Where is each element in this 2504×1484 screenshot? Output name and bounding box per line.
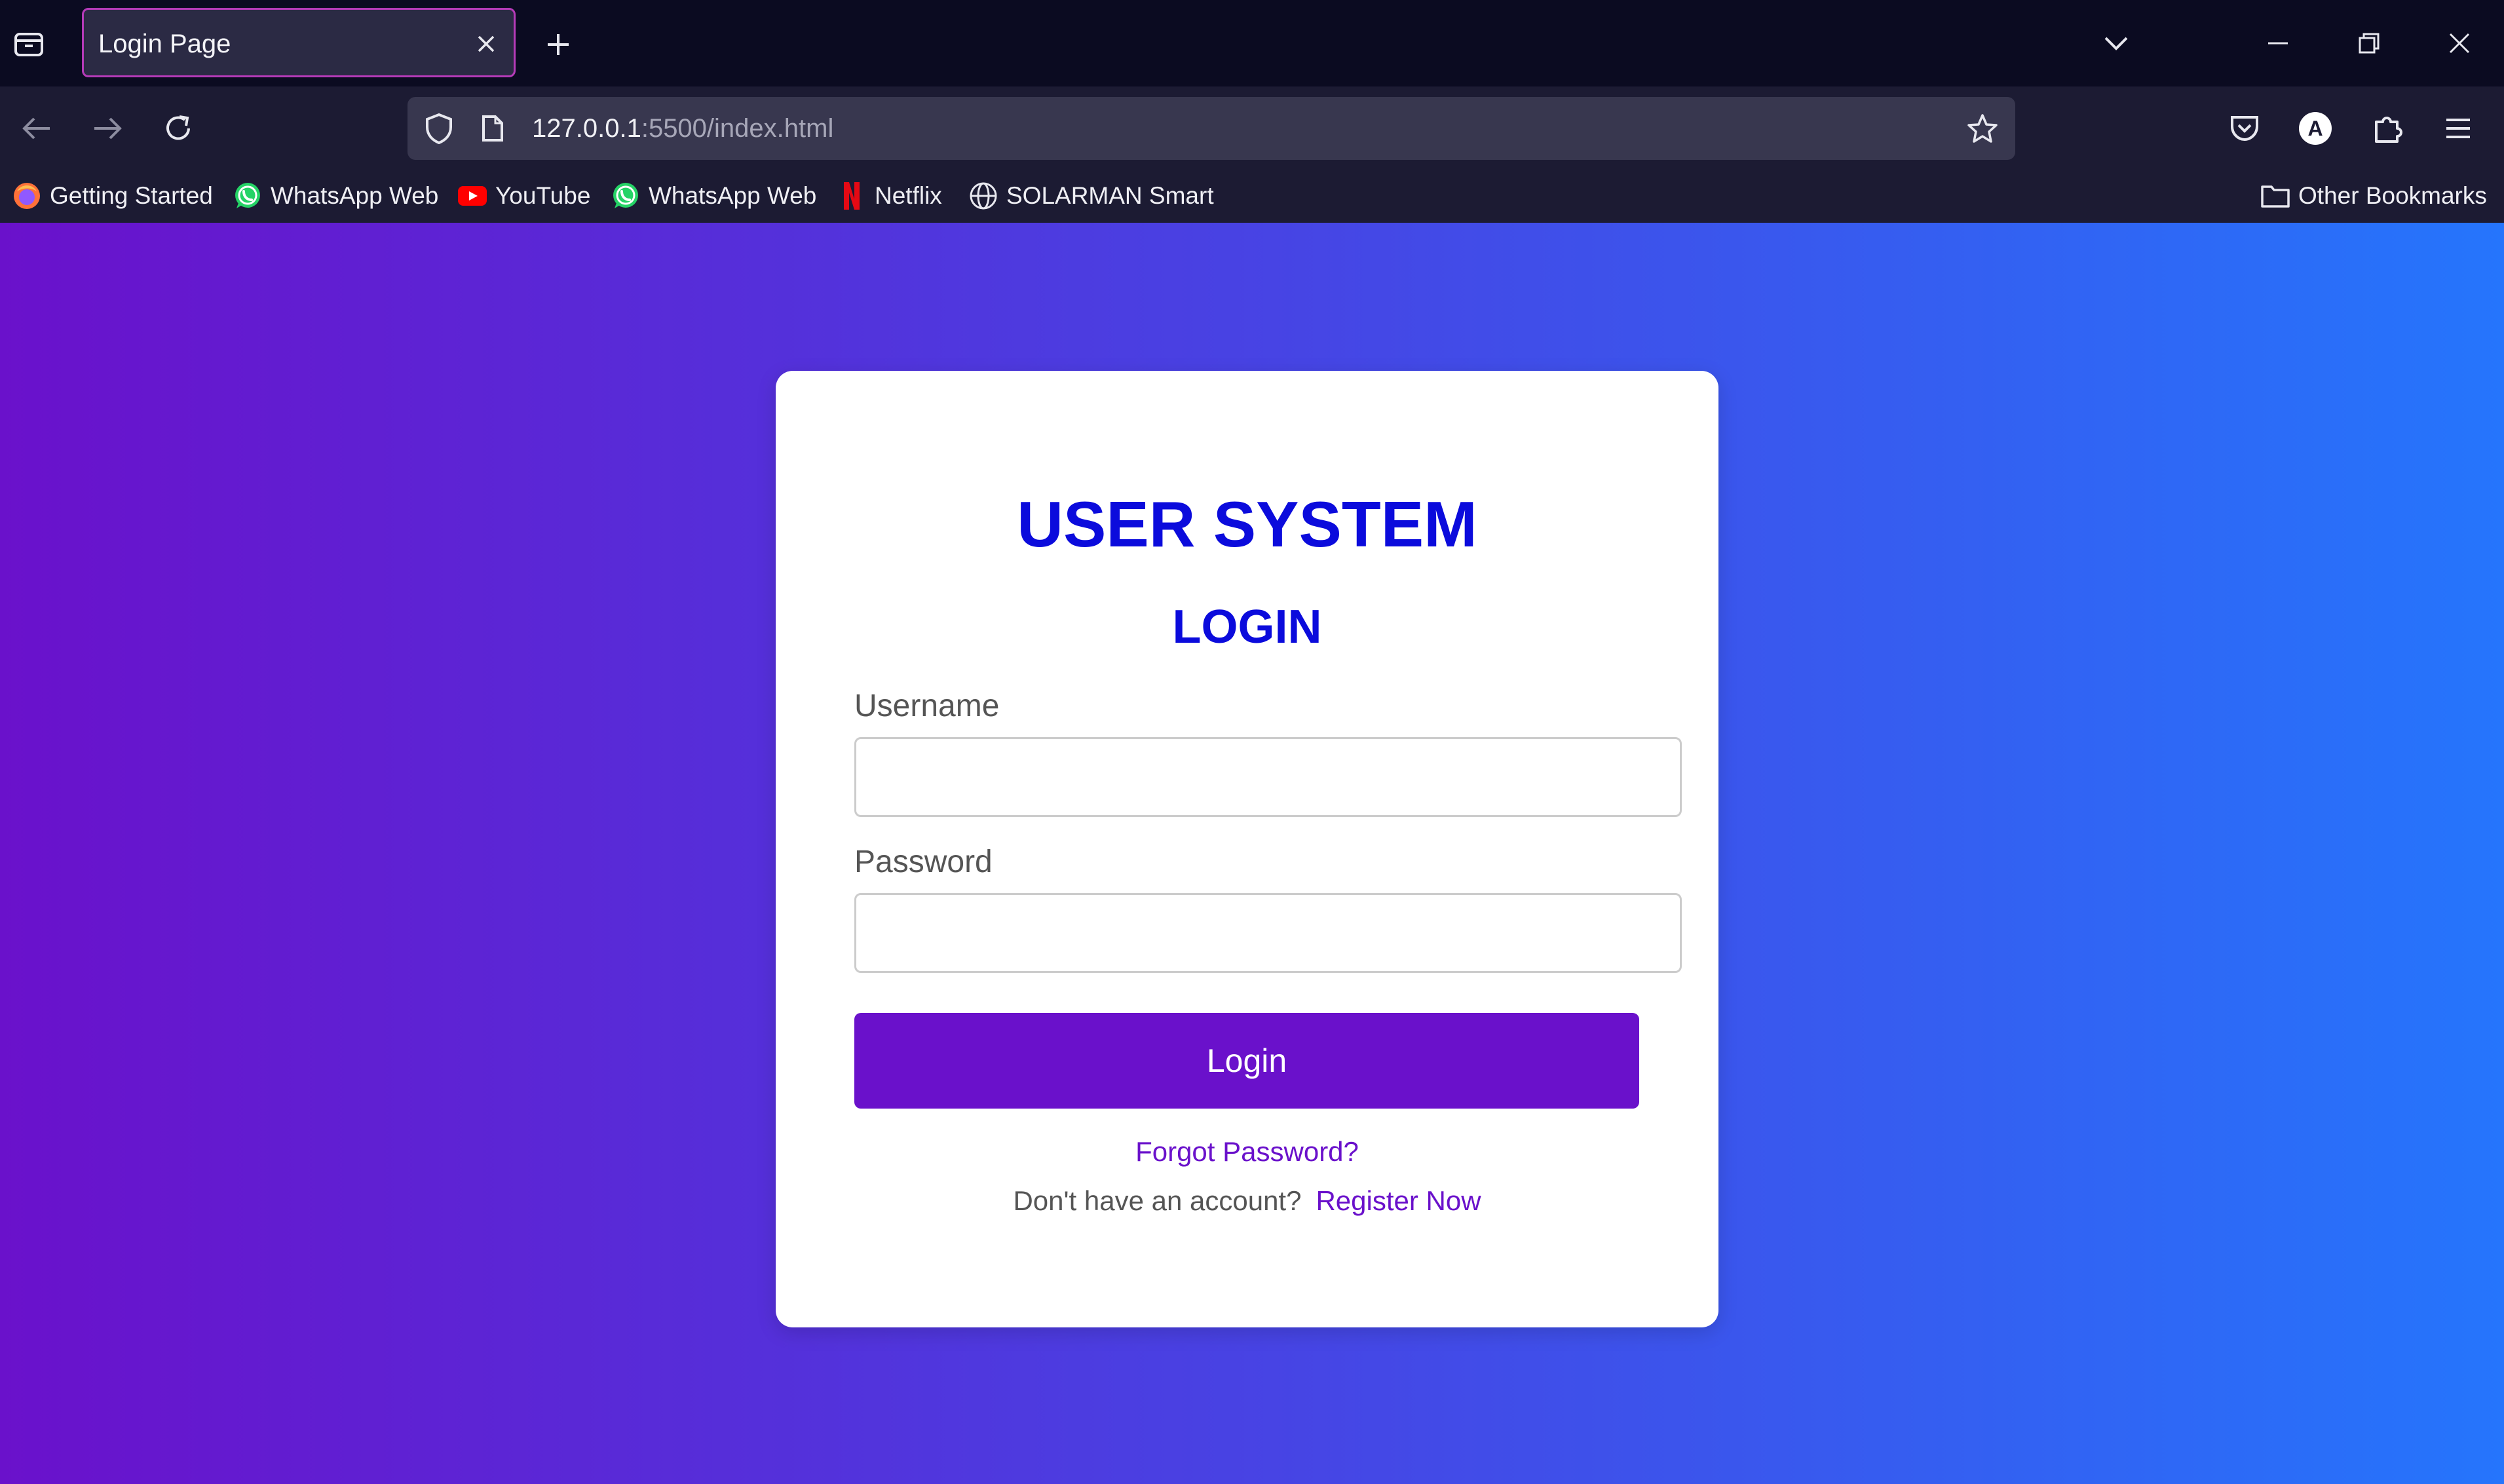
tab-title: Login Page [98,29,231,58]
password-label: Password [854,845,993,879]
bookmark-whatsapp-web-1[interactable]: WhatsApp Web [233,178,438,214]
bookmarks-toolbar: Getting Started WhatsApp Web YouTube Wha… [0,169,2504,223]
bookmark-label: WhatsApp Web [649,182,817,209]
list-all-tabs-chevron-down-icon[interactable] [2090,22,2142,64]
bookmark-whatsapp-web-2[interactable]: WhatsApp Web [611,178,816,214]
url-host: 127.0.0.1 [532,114,641,143]
folder-icon [2260,181,2290,211]
close-window-icon[interactable] [2433,22,2486,64]
username-input[interactable] [854,737,1682,817]
tab-overview-icon[interactable] [7,22,51,67]
reload-icon[interactable] [156,106,200,151]
login-card: USER SYSTEM LOGIN Username Password Logi… [776,371,1718,1327]
login-button[interactable]: Login [854,1013,1639,1109]
pocket-icon[interactable] [2222,106,2267,151]
system-title: USER SYSTEM [1017,488,1477,560]
account-initial: A [2307,116,2323,140]
firefox-icon [12,181,42,211]
other-bookmarks-label: Other Bookmarks [2298,182,2487,209]
menu-hamburger-icon[interactable] [2436,106,2480,151]
bookmark-label: WhatsApp Web [271,182,439,209]
netflix-icon [837,181,867,211]
forgot-password-link[interactable]: Forgot Password? [776,1136,1718,1168]
page-viewport: USER SYSTEM LOGIN Username Password Logi… [0,223,2504,1484]
register-prompt-text: Don't have an account? [1013,1185,1302,1216]
tab-bar: Login Page [0,0,2504,86]
bookmark-label: Getting Started [50,182,213,209]
account-avatar-icon[interactable]: A [2293,106,2338,151]
close-tab-icon[interactable] [472,29,501,58]
whatsapp-icon [233,181,263,211]
youtube-icon [457,181,487,211]
bookmark-solarman-smart[interactable]: SOLARMAN Smart [968,178,1214,214]
bookmark-label: SOLARMAN Smart [1006,182,1214,209]
bookmark-netflix[interactable]: Netflix [837,178,942,214]
bookmark-star-icon[interactable] [1965,111,2000,145]
bookmark-youtube[interactable]: YouTube [457,178,590,214]
globe-icon [968,181,998,211]
bookmark-getting-started[interactable]: Getting Started [12,178,213,214]
minimize-icon[interactable] [2252,22,2304,64]
register-prompt-line: Don't have an account? Register Now [776,1185,1718,1217]
url-text[interactable]: 127.0.0.1:5500/index.html [532,114,833,143]
back-arrow-icon[interactable] [14,106,59,151]
bookmark-label: YouTube [495,182,591,209]
url-path: :5500/index.html [641,114,834,143]
login-heading: LOGIN [1172,601,1322,653]
extensions-puzzle-icon[interactable] [2365,106,2410,151]
new-tab-icon[interactable] [537,24,579,66]
bookmark-label: Netflix [875,182,942,209]
password-input[interactable] [854,893,1682,973]
restore-icon[interactable] [2343,22,2395,64]
page-info-icon[interactable] [476,111,510,145]
address-bar[interactable]: 127.0.0.1:5500/index.html [408,97,2015,160]
other-bookmarks-folder[interactable]: Other Bookmarks [2260,178,2487,214]
tracking-protection-shield-icon[interactable] [422,111,456,145]
browser-tab-active[interactable]: Login Page [82,8,516,77]
navigation-toolbar: 127.0.0.1:5500/index.html A [0,86,2504,169]
username-label: Username [854,689,1000,723]
whatsapp-icon [611,181,641,211]
forward-arrow-icon[interactable] [85,106,130,151]
register-now-link[interactable]: Register Now [1316,1185,1481,1216]
